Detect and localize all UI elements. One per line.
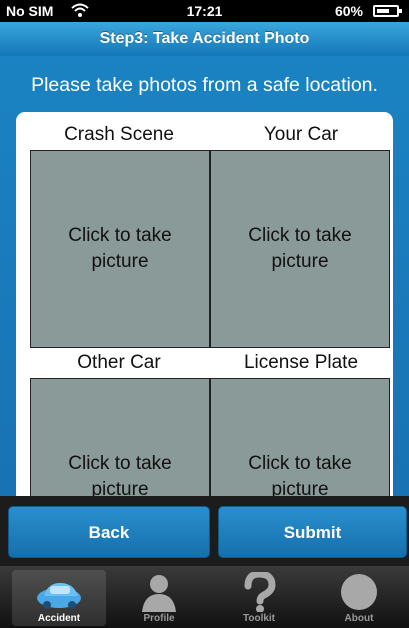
tab-label: Profile xyxy=(143,613,175,624)
car-icon xyxy=(37,582,81,609)
tab-bar: Accident Profile Toolkit About xyxy=(0,566,409,628)
page-title: Step3: Take Accident Photo xyxy=(0,22,409,57)
slot-label-your-car: Your Car xyxy=(263,124,339,145)
action-bar: Back Submit xyxy=(0,496,409,566)
submit-button[interactable]: Submit xyxy=(218,506,407,558)
tab-about[interactable]: About xyxy=(312,570,406,626)
battery-icon xyxy=(373,5,402,17)
photo-slot-other-car[interactable]: Click to take picture xyxy=(30,378,210,496)
tab-accident[interactable]: Accident xyxy=(12,570,106,626)
slot-prompt: Click to take picture xyxy=(68,453,172,496)
tab-label: About xyxy=(344,613,374,624)
slot-prompt: Click to take picture xyxy=(68,225,172,272)
slot-label-other-car: Other Car xyxy=(77,352,161,373)
slot-prompt: Click to take picture xyxy=(248,453,352,496)
photo-card: Crash Scene Your Car Click to take pictu… xyxy=(16,112,393,496)
slot-label-license-plate: License Plate xyxy=(243,352,359,373)
battery-percent: 60% xyxy=(334,3,363,19)
slot-prompt: Click to take picture xyxy=(248,225,352,272)
back-button[interactable]: Back xyxy=(8,506,210,558)
photo-slot-crash-scene[interactable]: Click to take picture xyxy=(30,150,210,348)
circle-icon xyxy=(341,574,377,610)
main-content[interactable]: Please take photos from a safe location.… xyxy=(0,56,409,496)
status-bar: No SIM 17:21 60% xyxy=(0,0,409,22)
tab-toolkit[interactable]: Toolkit xyxy=(212,570,306,626)
photo-slot-your-car[interactable]: Click to take picture xyxy=(210,150,390,348)
tab-label: Toolkit xyxy=(242,613,276,624)
slot-label-crash-scene: Crash Scene xyxy=(64,124,174,145)
tab-label: Accident xyxy=(37,613,81,624)
instruction-text: Please take photos from a safe location. xyxy=(31,74,378,96)
person-icon xyxy=(142,575,176,612)
photo-slot-license-plate[interactable]: Click to take picture xyxy=(210,378,390,496)
tab-profile[interactable]: Profile xyxy=(112,570,206,626)
question-icon xyxy=(244,572,276,612)
